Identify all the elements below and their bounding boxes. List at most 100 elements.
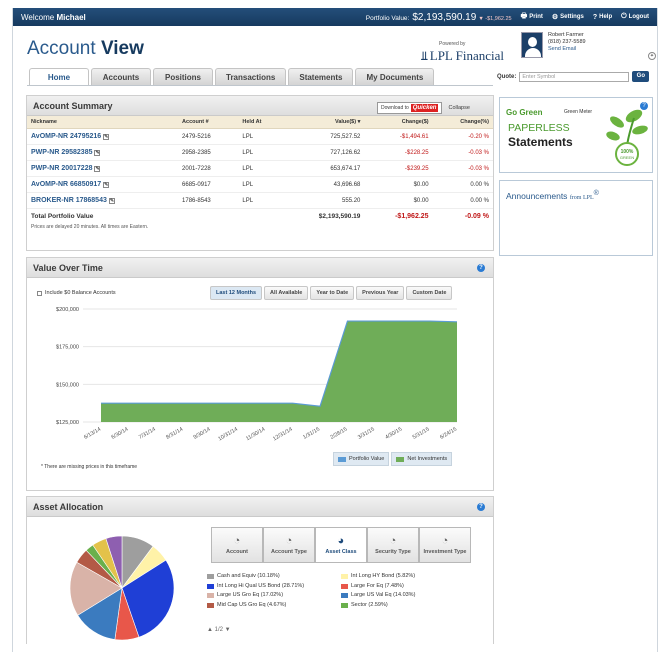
- col-value[interactable]: Value($) ▾: [282, 116, 365, 129]
- account-nickname-link[interactable]: PWP-NR 29582385 ✎: [27, 144, 179, 161]
- allocation-tab-security-type[interactable]: ◔ Security Type: [367, 527, 419, 563]
- allocation-pie-chart: [69, 535, 175, 641]
- edit-nickname-icon[interactable]: ✎: [108, 198, 115, 204]
- header: Account View Powered by ⫫ LPL Financial R…: [13, 26, 657, 72]
- send-email-link[interactable]: Send Email: [548, 46, 586, 53]
- account-number: 2958-2385: [178, 144, 239, 161]
- tab-transactions[interactable]: Transactions: [215, 68, 287, 85]
- download-quicken-button[interactable]: Download to Quicken: [377, 102, 443, 114]
- value-over-time-header: Value Over Time ?: [27, 258, 493, 278]
- advisor-name: Robert Farmer: [548, 32, 584, 38]
- net-investments-area: [101, 321, 457, 422]
- collapse-link[interactable]: Collapse: [448, 105, 469, 111]
- x-tick-label: 12/31/14: [272, 427, 294, 443]
- tab-home[interactable]: Home: [29, 68, 89, 85]
- up-arrow-icon[interactable]: ▲: [207, 627, 213, 633]
- edit-nickname-icon[interactable]: ✎: [103, 182, 110, 188]
- help-button[interactable]: ? Help: [593, 14, 612, 21]
- col-account[interactable]: Account #: [178, 116, 239, 129]
- sort-down-icon: ▾: [357, 119, 361, 125]
- legend-item: Large US Val Eq (14.03%): [341, 592, 475, 599]
- green-meter-label: Green Meter: [564, 109, 593, 115]
- legend-item: Large US Gro Eq (17.02%): [207, 592, 341, 599]
- account-change: -$228.25: [364, 144, 433, 161]
- announcements-title: Announcements from LPL®: [506, 189, 599, 201]
- edit-nickname-icon[interactable]: ✎: [94, 150, 101, 156]
- edit-nickname-icon[interactable]: ✎: [94, 166, 101, 172]
- y-tick-label: $200,000: [56, 307, 79, 313]
- col-nickname[interactable]: Nickname: [27, 116, 179, 129]
- y-tick-label: $125,000: [56, 420, 79, 426]
- account-nickname-link[interactable]: BROKER-NR 17868543 ✎: [27, 192, 179, 209]
- portfolio-value: Portfolio Value: $2,193,590.19 ▼ -$1,962.2…: [365, 11, 512, 23]
- held-at: LPL: [238, 176, 283, 193]
- account-value: 653,674.17: [282, 160, 365, 177]
- y-tick-label: $175,000: [56, 345, 79, 351]
- legend-portfolio-value[interactable]: Portfolio Value: [333, 452, 390, 466]
- legend-swatch: [341, 593, 348, 598]
- account-change: -$239.25: [364, 160, 433, 177]
- help-icon[interactable]: ?: [477, 502, 485, 511]
- range-all-available[interactable]: All Available: [264, 286, 309, 300]
- print-button[interactable]: 🖶 Print: [521, 12, 543, 23]
- account-value: 555.20: [282, 192, 365, 209]
- account-change-pct: -0.20 %: [432, 128, 493, 145]
- settings-button[interactable]: ⚙ Settings: [552, 13, 584, 21]
- page: Welcome Michael Portfolio Value: $2,193,5…: [12, 8, 658, 652]
- delay-note: Prices are delayed 20 minutes. All times…: [31, 224, 149, 230]
- allocation-tab-account-type[interactable]: ◔ Account Type: [263, 527, 315, 563]
- col-held-at[interactable]: Held At: [238, 116, 283, 129]
- tab-divider: [27, 85, 493, 86]
- account-nickname-link[interactable]: AvOMP-NR 24795216 ✎: [27, 128, 179, 145]
- welcome-text: Welcome Michael: [21, 12, 86, 22]
- total-row: Total Portfolio Value $2,193,590.19 -$1,…: [27, 209, 493, 225]
- account-nickname-link[interactable]: AvOMP-NR 66850917 ✎: [27, 176, 179, 193]
- quote-label: Quote:: [497, 73, 517, 80]
- allocation-tab-account[interactable]: ◔ Account: [211, 527, 263, 563]
- col-change-pct[interactable]: Change(%): [432, 116, 493, 129]
- help-icon[interactable]: ?: [477, 263, 485, 272]
- printer-icon: 🖶: [520, 12, 528, 20]
- held-at: LPL: [238, 160, 283, 177]
- quote-go-button[interactable]: Go: [632, 71, 650, 82]
- legend-label: Mid Cap US Gro Eq (4.67%): [217, 601, 287, 608]
- chart-legend: Portfolio Value Net Investments: [333, 452, 453, 466]
- legend-label: Large US Gro Eq (17.02%): [217, 592, 284, 598]
- tab-my-documents[interactable]: My Documents: [355, 68, 435, 85]
- edit-nickname-icon[interactable]: ✎: [103, 134, 110, 140]
- range-year-to-date[interactable]: Year to Date: [310, 286, 355, 300]
- legend-item: Mid Cap US Gro Eq (4.67%): [207, 602, 341, 609]
- table-row: PWP-NR 29582385 ✎ 2958-2385 LPL 727,126.62 -$…: [27, 144, 493, 161]
- account-change-pct: 0.00 %: [432, 192, 493, 209]
- header-settings-icon[interactable]: ✦: [648, 52, 656, 60]
- total-change: -$1,962.25: [395, 213, 429, 220]
- pie-chart-icon: ◔: [389, 534, 397, 547]
- legend-net-investments[interactable]: Net Investments: [391, 452, 453, 466]
- include-zero-checkbox[interactable]: Include $0 Balance Accounts: [37, 290, 116, 296]
- logout-button[interactable]: ⏻ Logout: [621, 13, 649, 21]
- range-last-12-months[interactable]: Last 12 Months: [210, 286, 263, 300]
- account-summary-header: Account Summary Download to Quicken Colla…: [27, 96, 493, 116]
- down-arrow-icon[interactable]: ▼: [225, 627, 231, 633]
- range-custom-date[interactable]: Custom Date: [406, 286, 453, 300]
- tab-positions[interactable]: Positions: [153, 68, 213, 85]
- legend-label: Large For Eq (7.48%): [351, 582, 404, 589]
- go-green-panel[interactable]: Go Green Green Meter PAPERLESS Statement…: [499, 97, 653, 173]
- legend-swatch: [341, 602, 348, 608]
- question-icon: ?: [592, 13, 598, 21]
- account-table: Nickname Account # Held At Value($) ▾ Ch…: [27, 116, 493, 224]
- account-nickname-link[interactable]: PWP-NR 20017228 ✎: [27, 160, 179, 177]
- allocation-tab-investment-type[interactable]: ◔ Investment Type: [419, 527, 471, 563]
- svg-text:GREEN: GREEN: [620, 155, 634, 160]
- range-previous-year[interactable]: Previous Year: [356, 286, 405, 300]
- x-tick-label: 1/31/15: [302, 427, 321, 441]
- legend-swatch: [207, 574, 214, 579]
- quote-input[interactable]: Enter Symbol: [519, 71, 630, 82]
- col-change[interactable]: Change($): [364, 116, 433, 129]
- allocation-tab-asset-class[interactable]: ◕ Asset Class: [315, 527, 367, 563]
- tab-accounts[interactable]: Accounts: [91, 68, 151, 85]
- gear-icon: ⚙: [551, 14, 559, 21]
- tab-statements[interactable]: Statements: [288, 68, 354, 85]
- x-tick-label: 10/31/14: [217, 427, 239, 443]
- legend-pager[interactable]: ▲ 1/2 ▼: [207, 627, 231, 633]
